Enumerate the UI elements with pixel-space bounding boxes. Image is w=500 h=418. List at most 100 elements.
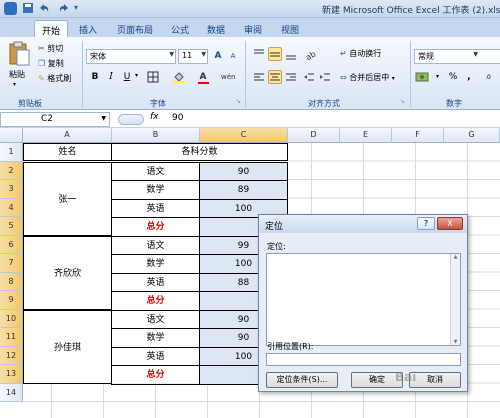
tab-formulas[interactable]: 公式	[164, 20, 196, 37]
row-header[interactable]: 13	[0, 365, 23, 384]
header-name-cell[interactable]: 姓名	[23, 143, 112, 161]
office-button[interactable]	[4, 2, 17, 15]
subject-cell[interactable]: 总分	[111, 291, 200, 311]
paste-dropdown-icon[interactable]: ▾	[13, 81, 16, 88]
fill-color-icon[interactable]	[172, 70, 186, 84]
bold-button[interactable]: B	[88, 70, 102, 84]
subject-cell[interactable]: 语文	[111, 235, 200, 255]
row-header[interactable]: 6	[0, 235, 23, 254]
cancel-button[interactable]: 取消	[409, 372, 461, 388]
align-right-icon[interactable]	[284, 70, 298, 84]
insert-function-icon[interactable]: fx	[150, 112, 159, 122]
score-cell[interactable]: 89	[199, 180, 288, 200]
font-dialog-launcher-icon[interactable]: ↘	[236, 98, 241, 105]
save-icon[interactable]	[22, 2, 35, 15]
increase-indent-icon[interactable]	[318, 70, 332, 84]
percent-icon[interactable]: %	[446, 70, 460, 84]
row-header[interactable]: 11	[0, 328, 23, 347]
grow-font-button[interactable]: A	[211, 49, 225, 63]
wrap-text-button[interactable]: ↵ 自动换行	[340, 48, 381, 59]
borders-icon[interactable]	[146, 70, 160, 84]
reference-input[interactable]	[266, 353, 461, 366]
subject-cell[interactable]: 总分	[111, 217, 200, 237]
undo-icon[interactable]	[38, 2, 51, 15]
row-header[interactable]: 8	[0, 272, 23, 291]
align-top-icon[interactable]	[252, 47, 266, 61]
row-header[interactable]: 12	[0, 346, 23, 365]
row-header[interactable]: 7	[0, 254, 23, 273]
column-header-b[interactable]: B	[112, 128, 200, 143]
subject-cell[interactable]: 数学	[111, 254, 200, 274]
align-bottom-icon[interactable]	[284, 47, 298, 61]
orientation-icon[interactable]: ab	[304, 47, 318, 62]
row-header[interactable]: 10	[0, 309, 23, 328]
student-name-cell[interactable]: 张一	[23, 161, 112, 236]
header-scores-cell[interactable]: 各科分数	[111, 143, 288, 161]
font-color-icon[interactable]: A	[196, 70, 210, 84]
scrollbar[interactable]: ▲ ▼	[450, 254, 460, 345]
increase-decimal-icon[interactable]: .0	[478, 70, 498, 84]
shrink-font-button[interactable]: A	[226, 49, 240, 63]
cut-button[interactable]: ✂ 剪切	[38, 43, 63, 54]
formula-bar-expander[interactable]	[118, 114, 144, 125]
underline-button[interactable]: U	[120, 70, 134, 84]
italic-button[interactable]: I	[104, 70, 118, 84]
align-center-icon[interactable]	[268, 70, 282, 84]
subject-cell[interactable]: 英语	[111, 198, 200, 218]
formula-input[interactable]: 90	[172, 113, 183, 123]
close-button[interactable]: X	[437, 217, 463, 230]
paste-icon[interactable]	[6, 41, 32, 67]
tab-home[interactable]: 开始	[34, 20, 69, 37]
score-cell[interactable]: 90	[199, 161, 288, 181]
subject-cell[interactable]: 总分	[111, 365, 200, 385]
format-painter-button[interactable]: ✎ 格式刷	[38, 73, 71, 84]
alignment-dialog-launcher-icon[interactable]: ↘	[400, 98, 405, 105]
qat-customize-icon[interactable]: ▾	[74, 2, 87, 15]
align-middle-icon[interactable]	[268, 47, 282, 61]
tab-insert[interactable]: 插入	[72, 20, 104, 37]
tab-page-layout[interactable]: 页面布局	[110, 20, 160, 37]
column-header-g[interactable]: G	[444, 128, 500, 143]
phonetic-icon[interactable]: wén	[220, 70, 235, 84]
row-header[interactable]: 14	[0, 383, 23, 402]
subject-cell[interactable]: 英语	[111, 346, 200, 366]
row-header[interactable]: 2	[0, 161, 23, 180]
subject-cell[interactable]: 英语	[111, 272, 200, 292]
comma-icon[interactable]: ,	[462, 70, 476, 84]
help-button[interactable]: ?	[417, 217, 435, 230]
column-header-d[interactable]: D	[288, 128, 340, 143]
tab-data[interactable]: 数据	[200, 20, 232, 37]
font-name-select[interactable]: 宋体 ▼	[86, 49, 176, 64]
scroll-down-icon[interactable]: ▼	[451, 339, 460, 345]
row-header[interactable]: 3	[0, 180, 23, 199]
dialog-title-bar[interactable]: 定位 ? X	[259, 215, 467, 233]
name-box[interactable]: C2 ▼	[0, 112, 110, 127]
merge-center-button[interactable]: ⇔ 合并后居中 ▾	[340, 72, 395, 83]
tab-view[interactable]: 视图	[274, 20, 306, 37]
column-header-e[interactable]: E	[340, 128, 392, 143]
column-header-c[interactable]: C	[200, 128, 288, 143]
tab-review[interactable]: 审阅	[237, 20, 269, 37]
paste-button[interactable]: 粘贴	[9, 69, 25, 80]
font-size-select[interactable]: 11 ▼	[178, 49, 208, 64]
special-button[interactable]: 定位条件(S)...	[266, 372, 338, 388]
currency-icon[interactable]	[414, 70, 434, 84]
row-header[interactable]: 1	[0, 143, 23, 162]
redo-icon[interactable]	[58, 2, 71, 15]
subject-cell[interactable]: 数学	[111, 180, 200, 200]
currency-dropdown-icon[interactable]: ▾	[436, 73, 439, 80]
student-name-cell[interactable]: 孙佳琪	[23, 309, 112, 384]
subject-cell[interactable]: 语文	[111, 161, 200, 181]
copy-button[interactable]: ❐ 复制	[38, 58, 64, 69]
select-all-corner[interactable]	[0, 128, 23, 143]
column-header-f[interactable]: F	[392, 128, 444, 143]
subject-cell[interactable]: 语文	[111, 309, 200, 329]
student-name-cell[interactable]: 齐欣欣	[23, 235, 112, 310]
row-header[interactable]: 4	[0, 198, 23, 217]
underline-dropdown-icon[interactable]: ▾	[135, 72, 138, 79]
number-format-select[interactable]: 常规 ▼	[414, 49, 500, 64]
align-left-icon[interactable]	[252, 70, 266, 84]
goto-list[interactable]: ▲ ▼	[266, 253, 461, 346]
row-header[interactable]: 9	[0, 291, 23, 310]
row-header[interactable]: 5	[0, 217, 23, 236]
